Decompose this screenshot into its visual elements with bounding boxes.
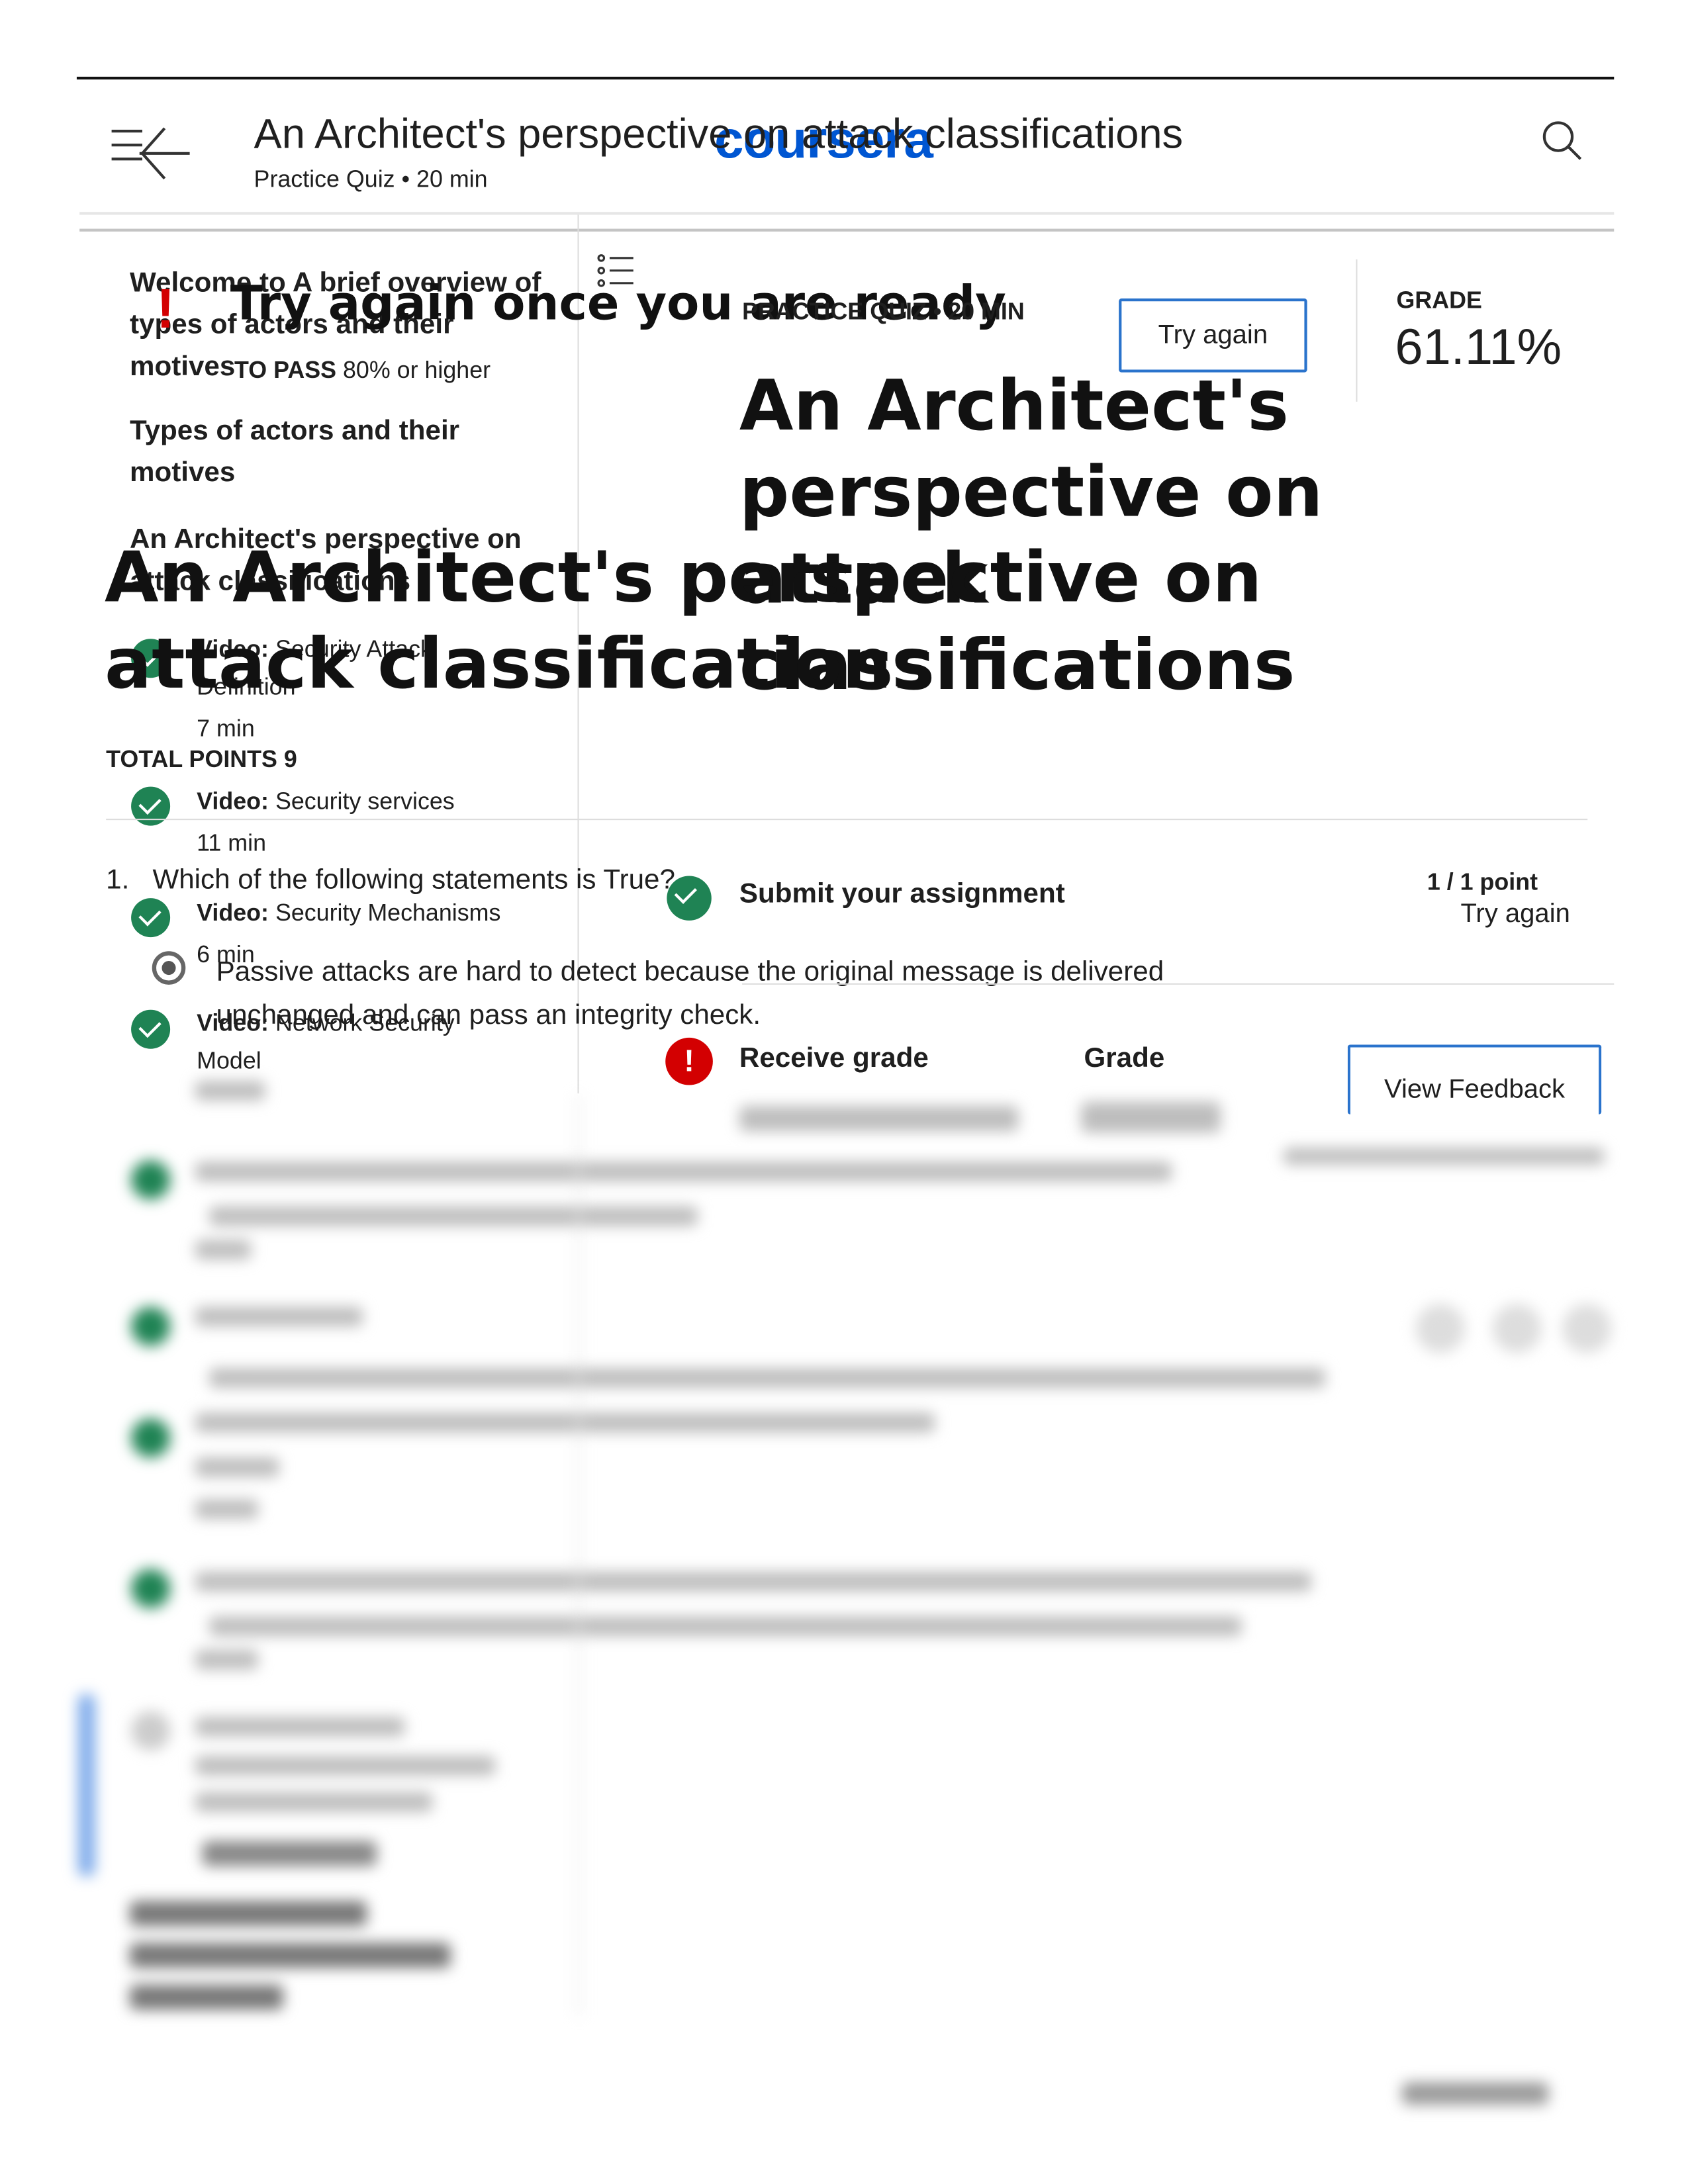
check-icon [131,1009,171,1049]
header-divider [79,212,1615,215]
try-again-button[interactable]: Try again [1119,298,1307,373]
blurred-content [0,1081,1688,2183]
to-pass: TO PASS 80% or higher [234,357,491,384]
step-submit: Submit your assignment [739,878,1065,910]
search-icon[interactable] [1542,120,1583,169]
step-submit-try-again-link[interactable]: Try again [1460,899,1570,930]
item-duration: 11 min [197,829,267,856]
item-type: Video: [197,788,269,815]
item-duration: 7 min [197,715,255,743]
question-divider [106,819,1588,821]
step-receive-grade: Receive grade [739,1043,929,1074]
radio-selected[interactable] [152,951,186,985]
top-rule [76,76,1615,80]
item-label: Security Mechanisms [275,899,501,927]
sidebar-item-types-of-actors[interactable]: Types of actors and their motives [130,410,534,494]
error-icon: ! [156,279,175,341]
total-points: TOTAL POINTS 9 [106,746,297,773]
sidebar-item-security-services[interactable]: Video: Security services 11 min [197,781,455,864]
answer-option[interactable]: Passive attacks are hard to detect becau… [216,951,1248,1038]
header-divider-2 [79,228,1615,232]
step-grade-label: Grade [1084,1043,1165,1074]
quiz-meta: PRACTICE QUIZ • 20 MIN [742,298,1025,326]
item-label: Security services [275,788,455,815]
question-points: 1 / 1 point [1427,868,1538,895]
check-icon [667,876,712,921]
menu-collapse-icon[interactable] [109,122,195,181]
steps-divider [742,983,1615,985]
item-type: Video: [197,899,269,927]
error-circle-icon: ! [665,1037,713,1085]
page-subtitle: Practice Quiz • 20 min [254,165,488,193]
grade-label: GRADE [1396,287,1482,314]
question-text: 1. Which of the following statements is … [106,864,675,895]
check-icon [131,898,171,938]
quiz-heading-duplicate: An Architect's perspective on attack cla… [105,537,1262,705]
page-title: An Architect's perspective on attack cla… [254,111,1184,158]
